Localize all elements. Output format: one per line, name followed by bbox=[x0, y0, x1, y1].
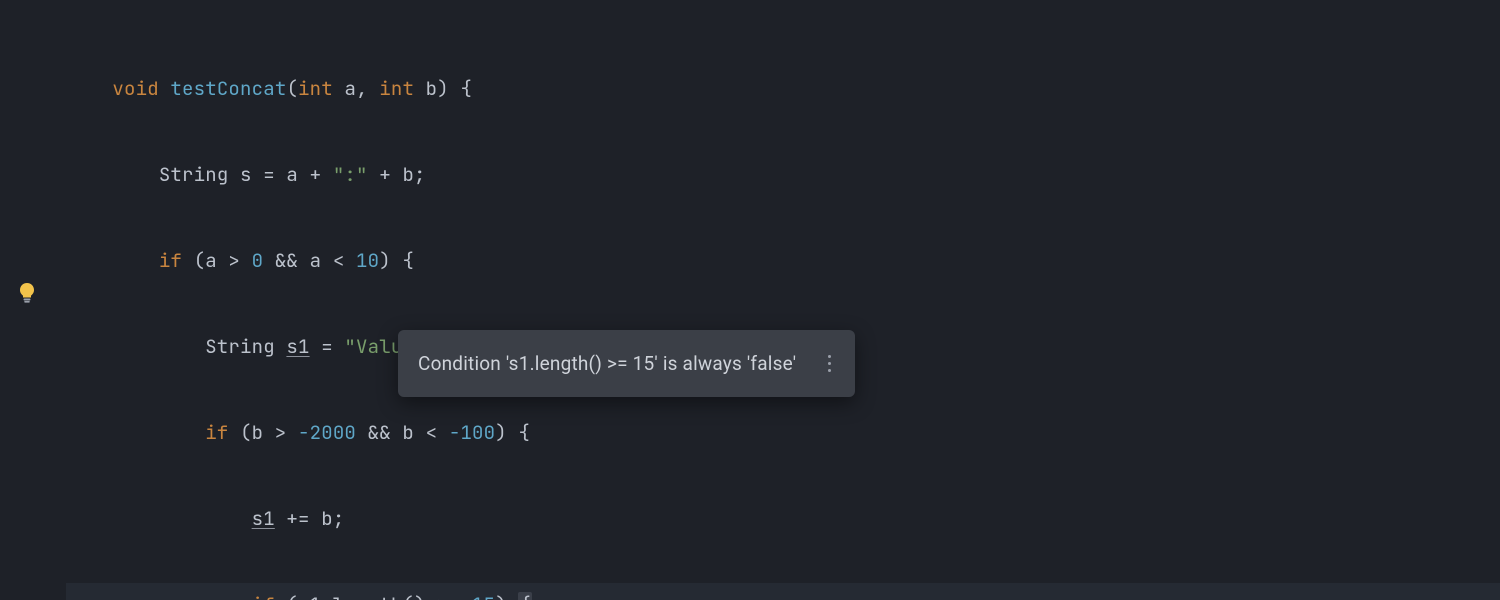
text: ) bbox=[495, 592, 507, 600]
text: (b > bbox=[228, 420, 298, 445]
brace: { bbox=[449, 76, 472, 101]
code-line[interactable]: if (a > 0 && a < 10) { bbox=[66, 239, 1500, 282]
text: = bbox=[310, 334, 345, 359]
keyword-if: if bbox=[205, 420, 228, 445]
text: && a < bbox=[263, 248, 356, 273]
text: (a > bbox=[182, 248, 252, 273]
type: String bbox=[159, 162, 229, 187]
param: a bbox=[333, 76, 356, 101]
number: -100 bbox=[449, 420, 495, 445]
text: s = a + bbox=[228, 162, 332, 187]
keyword-if: if bbox=[159, 248, 182, 273]
code-line[interactable]: if (b > -2000 && b < -100) { bbox=[66, 411, 1500, 454]
number: -2000 bbox=[298, 420, 356, 445]
editor-gutter bbox=[0, 0, 50, 600]
param: b bbox=[414, 76, 437, 101]
lightbulb-icon[interactable] bbox=[17, 283, 37, 303]
number: 10 bbox=[356, 248, 379, 273]
keyword-int: int bbox=[368, 76, 414, 101]
keyword-void: void bbox=[112, 76, 158, 101]
text: += b; bbox=[275, 506, 345, 531]
code-line[interactable]: void testConcat(int a, int b) { bbox=[66, 67, 1500, 110]
paren: ) bbox=[437, 76, 449, 101]
number: 0 bbox=[252, 248, 264, 273]
comma: , bbox=[356, 76, 368, 101]
number: 15 bbox=[472, 592, 495, 600]
keyword-int: int bbox=[298, 76, 333, 101]
var-ref: s1 bbox=[252, 506, 275, 531]
code-line-highlighted[interactable]: if (s1.length() >= 15) { bbox=[66, 583, 1500, 600]
text: ( bbox=[275, 592, 298, 600]
method-name: testConcat bbox=[170, 76, 286, 101]
text: && b < bbox=[356, 420, 449, 445]
code-line[interactable]: String s = a + ":" + b; bbox=[66, 153, 1500, 196]
code-editor[interactable]: void testConcat(int a, int b) { String s… bbox=[0, 0, 1500, 600]
paren: ( bbox=[286, 76, 298, 101]
code-line[interactable]: s1 += b; bbox=[66, 497, 1500, 540]
brace-highlight: { bbox=[518, 592, 532, 600]
var-declaration: s1 bbox=[286, 334, 309, 359]
text: + b; bbox=[368, 162, 426, 187]
code-content[interactable]: void testConcat(int a, int b) { String s… bbox=[66, 24, 1500, 600]
inspection-warning[interactable]: s1.length() >= 15 bbox=[298, 592, 495, 600]
cond-pre: s1.length() >= bbox=[298, 592, 472, 600]
keyword-if: if bbox=[252, 592, 275, 600]
string-literal: ":" bbox=[333, 162, 368, 187]
tooltip-message: Condition 's1.length() >= 15' is always … bbox=[418, 342, 796, 385]
text: ) { bbox=[379, 248, 414, 273]
type: String bbox=[205, 334, 286, 359]
inspection-tooltip[interactable]: Condition 's1.length() >= 15' is always … bbox=[398, 330, 855, 397]
more-actions-icon[interactable] bbox=[824, 351, 835, 376]
text: ) { bbox=[495, 420, 530, 445]
